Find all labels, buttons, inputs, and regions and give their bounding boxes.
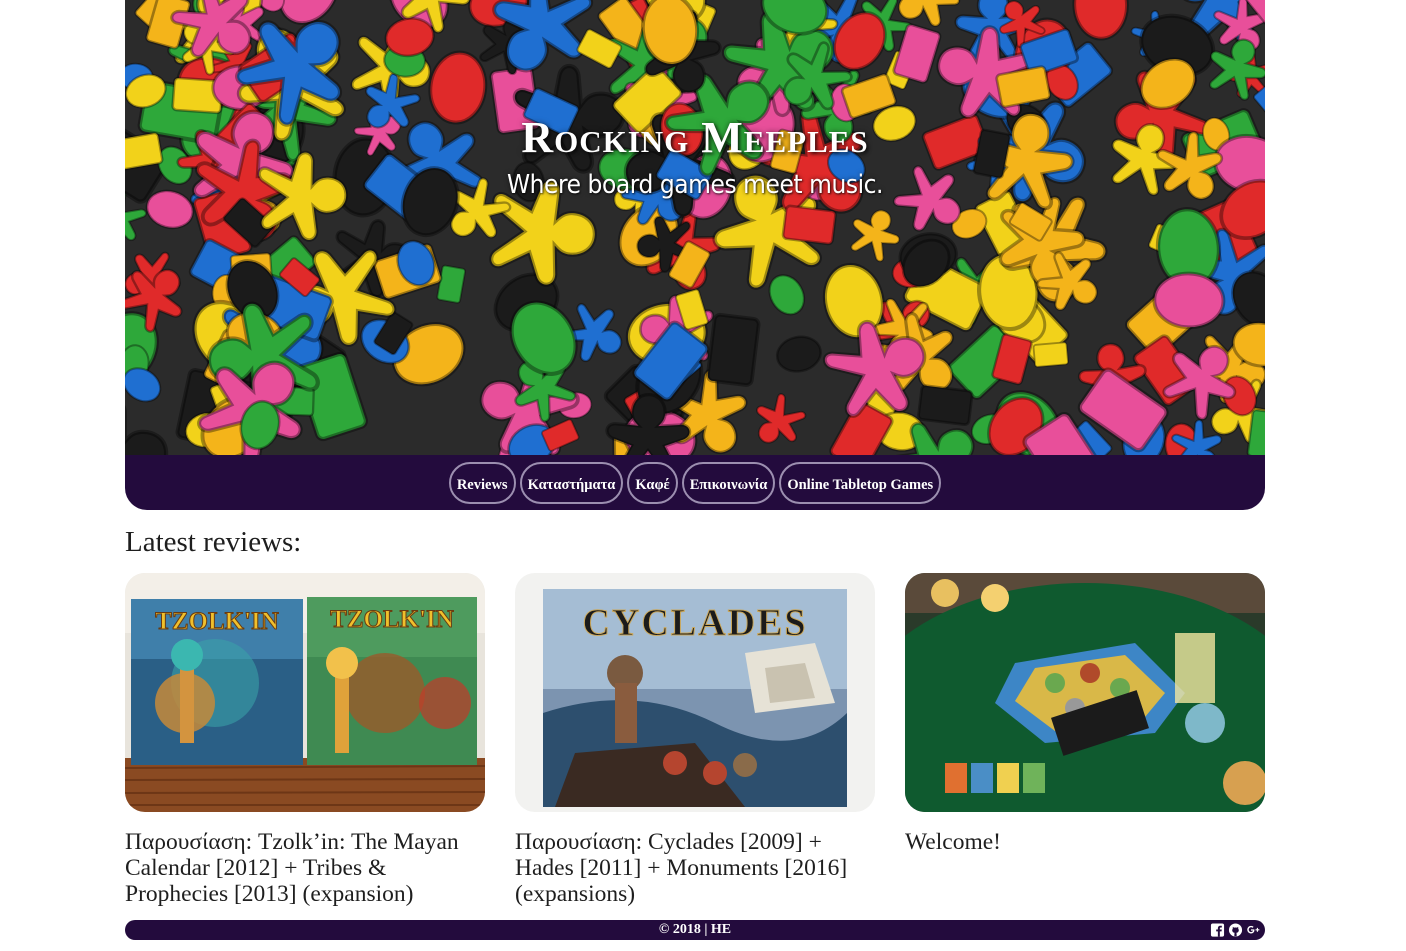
cyclades-box-title: CYCLADES [582, 602, 807, 644]
meeple-piece [436, 264, 467, 304]
tzolkin-box-title-1: TZOLK'IN [155, 608, 279, 635]
review-title-tzolkin[interactable]: Παρουσίαση: Tzolk’in: The Mayan Calendar… [125, 829, 485, 907]
google-plus-icon[interactable] [1246, 922, 1261, 938]
footer-copyright: © 2018 | HE [658, 922, 732, 937]
review-image-cyclades[interactable]: CYCLADES [515, 573, 875, 812]
meeple-piece [781, 204, 837, 246]
nav-item-stores[interactable]: Καταστήματα [519, 461, 624, 504]
meeples-background-image [125, 0, 1265, 455]
site-footer: © 2018 | HE [125, 920, 1265, 940]
review-image-welcome[interactable] [905, 573, 1265, 812]
meeple-piece [705, 312, 761, 387]
reviews-list: TZOLK'IN TZOLK'IN Παρουσίαση: Tzolk’in: … [125, 573, 1265, 907]
social-links [1210, 922, 1261, 938]
site-title[interactable]: Rocking Meeples [125, 112, 1265, 163]
cyclades-box-photo: CYCLADES [515, 573, 875, 812]
review-card-welcome[interactable]: Welcome! [905, 573, 1265, 907]
review-card-cyclades[interactable]: CYCLADES Παρουσίαση: Cyclades [2009] + H… [515, 573, 875, 907]
nav-item-contact[interactable]: Επικοινωνία [681, 461, 776, 504]
review-image-tzolkin[interactable]: TZOLK'IN TZOLK'IN [125, 573, 485, 812]
meeple-piece [917, 384, 974, 427]
review-card-tzolkin[interactable]: TZOLK'IN TZOLK'IN Παρουσίαση: Tzolk’in: … [125, 573, 485, 907]
main-navigation: Reviews Καταστήματα Καφέ Επικοινωνία Onl… [125, 455, 1265, 510]
meeple-piece [1152, 271, 1226, 330]
site-header: Rocking Meeples Where board games meet m… [125, 0, 1265, 510]
facebook-icon[interactable] [1210, 922, 1225, 938]
review-title-cyclades[interactable]: Παρουσίαση: Cyclades [2009] + Hades [201… [515, 829, 875, 907]
page: Rocking Meeples Where board games meet m… [0, 0, 1406, 951]
nav-item-cafe[interactable]: Καφέ [627, 461, 678, 504]
site-subtitle: Where board games meet music. [506, 170, 884, 200]
tzolkin-box-title-2: TZOLK'IN [330, 606, 454, 633]
github-icon[interactable] [1228, 922, 1243, 938]
meeple-piece [1032, 341, 1069, 368]
nav-item-online-tabletop-games[interactable]: Online Tabletop Games [779, 461, 942, 504]
review-title-welcome[interactable]: Welcome! [905, 829, 1265, 855]
hero-banner: Rocking Meeples Where board games meet m… [125, 0, 1265, 455]
tzolkin-box-photo: TZOLK'IN TZOLK'IN [125, 573, 485, 812]
catan-table-photo [905, 573, 1265, 812]
latest-reviews-heading: Latest reviews: [125, 526, 302, 558]
nav-item-reviews[interactable]: Reviews [448, 461, 516, 504]
